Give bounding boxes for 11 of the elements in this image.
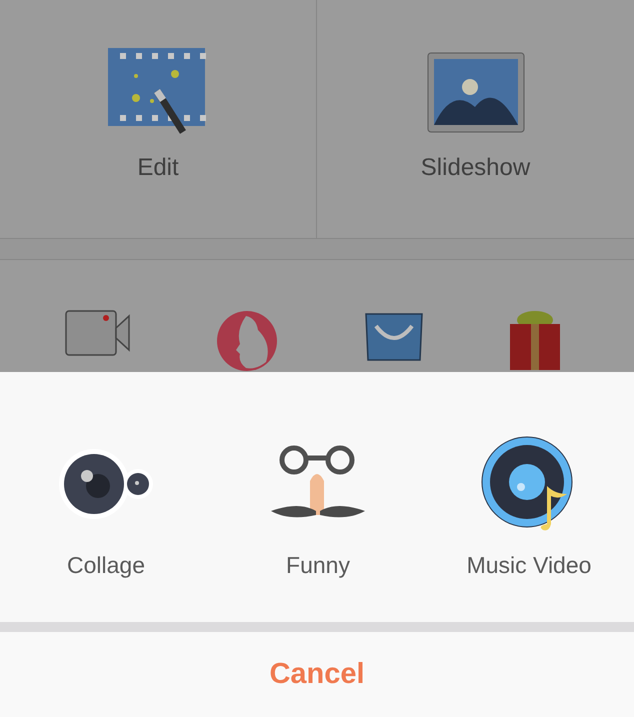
image-frame-icon <box>426 52 524 134</box>
option-label[interactable]: Music Video <box>466 552 592 579</box>
tile-label: Slideshow <box>420 154 530 182</box>
eyes-icon <box>58 448 154 520</box>
menu-tile[interactable]: Slideshow <box>317 0 634 238</box>
tile-label: Edit <box>137 154 179 182</box>
menu-tile[interactable]: Edit <box>0 0 317 238</box>
option-label[interactable]: Collage <box>67 552 145 579</box>
gift-box-icon <box>509 310 562 370</box>
option-label[interactable]: Funny <box>286 552 350 579</box>
video-camera-icon <box>62 310 131 356</box>
